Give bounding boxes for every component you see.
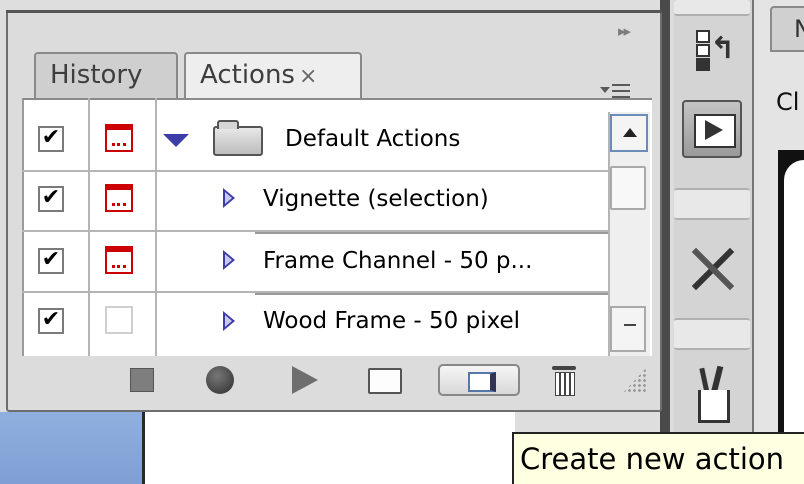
toggle-dialog-icon[interactable]: [105, 306, 133, 334]
stop-icon[interactable]: [130, 368, 154, 392]
play-frame: [694, 114, 736, 148]
toggle-dialog-icon[interactable]: [105, 124, 133, 152]
action-set-label[interactable]: Default Actions: [285, 126, 460, 152]
trash-can: [555, 372, 575, 396]
column-separator: [88, 98, 90, 356]
toggle-item-checkbox[interactable]: ✔: [38, 308, 64, 334]
trash-lid: [552, 366, 576, 370]
expand-right-icon[interactable]: [223, 188, 235, 208]
close-tab-icon[interactable]: ×: [299, 64, 317, 89]
panel-top-border: [6, 10, 662, 13]
panel-menu-bar: [612, 90, 630, 92]
dock-separator: [674, 318, 750, 350]
background-canvas: [145, 412, 515, 484]
toggle-item-checkbox[interactable]: ✔: [38, 248, 64, 274]
row-divider: [255, 232, 608, 234]
column-separator: [155, 98, 157, 356]
collapse-panel-icon[interactable]: ▸▸: [618, 22, 631, 40]
dock-separator: [674, 0, 750, 16]
scroll-down-button[interactable]: [610, 306, 646, 352]
history-panel-icon[interactable]: ↰: [682, 20, 742, 82]
tab-actions[interactable]: Actions ×: [184, 52, 362, 102]
action-label[interactable]: Vignette (selection): [263, 186, 489, 212]
expand-down-icon[interactable]: [163, 134, 189, 147]
background-blue: [0, 412, 145, 484]
tab-history[interactable]: History: [34, 52, 178, 100]
toggle-item-checkbox[interactable]: ✔: [38, 126, 64, 152]
scroll-thumb[interactable]: [610, 166, 646, 210]
actions-panel-icon[interactable]: [682, 100, 742, 158]
new-action-icon[interactable]: [438, 364, 520, 396]
history-square: [696, 58, 710, 71]
navigator-label: Cl: [776, 88, 800, 116]
background-divider: [142, 412, 145, 484]
tool-presets-icon[interactable]: [682, 238, 742, 300]
scroll-up-button[interactable]: [610, 114, 648, 152]
tab-history-label: History: [50, 60, 143, 90]
brushes-icon[interactable]: [682, 362, 742, 424]
action-label[interactable]: Frame Channel - 50 p...: [263, 248, 532, 274]
tab-navigator[interactable]: N: [770, 6, 804, 52]
tab-actions-label: Actions: [200, 60, 295, 90]
history-square: [696, 44, 710, 57]
trash-icon[interactable]: [552, 364, 576, 396]
record-icon[interactable]: [206, 366, 234, 394]
brush-cup: [698, 390, 730, 423]
panel-menu-arrow-icon: [600, 87, 610, 93]
row-divider: [255, 293, 608, 295]
dock-separator: [674, 188, 750, 220]
expand-right-icon[interactable]: [223, 250, 235, 270]
action-label[interactable]: Wood Frame - 50 pixel: [263, 308, 520, 334]
toggle-item-checkbox[interactable]: ✔: [38, 186, 64, 212]
toggle-dialog-icon[interactable]: [105, 184, 133, 212]
row-divider: [22, 170, 608, 172]
history-arrow: ↰: [710, 31, 736, 66]
history-square: [696, 30, 710, 43]
expand-right-icon[interactable]: [223, 311, 235, 331]
panel-menu-bar: [612, 84, 630, 86]
play-icon[interactable]: [292, 366, 318, 394]
folder-icon: [213, 120, 263, 156]
new-set-icon[interactable]: [368, 368, 402, 394]
toggle-dialog-icon[interactable]: [105, 246, 133, 274]
tooltip: Create new action: [512, 432, 804, 484]
